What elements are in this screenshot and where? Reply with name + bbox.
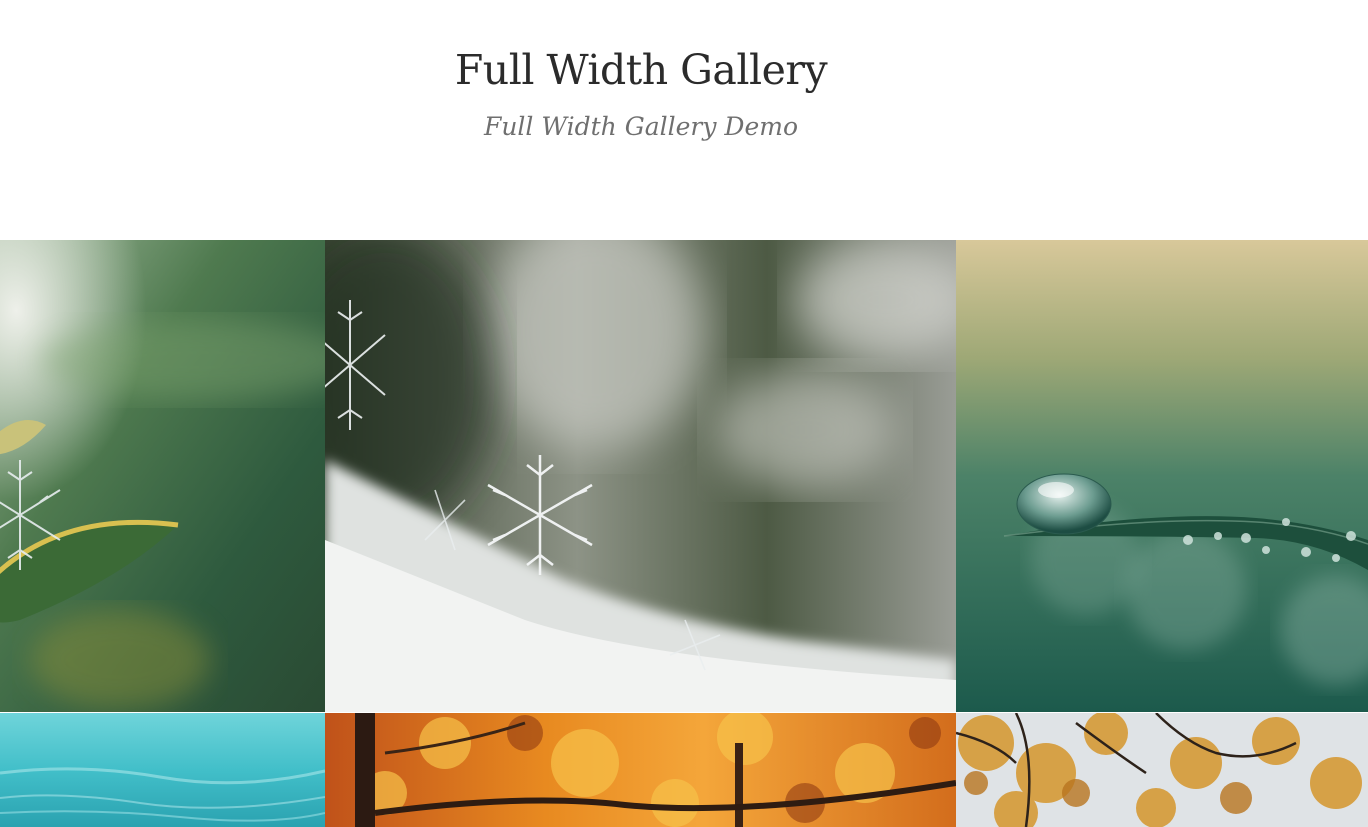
gallery-image-golden-branches[interactable] <box>956 713 1368 827</box>
gallery-image-snowflake-leaf[interactable] <box>0 240 325 712</box>
turquoise-water-image <box>0 713 325 827</box>
site-header: Full Width Gallery Full Width Gallery De… <box>0 0 1282 240</box>
site-tagline: Full Width Gallery Demo <box>483 112 798 141</box>
gallery-image-autumn-trees[interactable] <box>325 713 956 827</box>
water-droplet-image <box>956 240 1368 712</box>
snowflake-leaf-image <box>0 240 325 712</box>
gallery-image-snowflakes[interactable] <box>325 240 956 712</box>
site-title[interactable]: Full Width Gallery <box>0 46 1282 94</box>
gallery-image-water-droplet[interactable] <box>956 240 1368 712</box>
autumn-trees-image <box>325 713 956 827</box>
snowflakes-image <box>325 240 956 712</box>
golden-branches-image <box>956 713 1368 827</box>
page: Full Width Gallery Full Width Gallery De… <box>0 0 1368 827</box>
gallery-image-turquoise-water[interactable] <box>0 713 325 827</box>
gallery <box>0 240 1368 827</box>
